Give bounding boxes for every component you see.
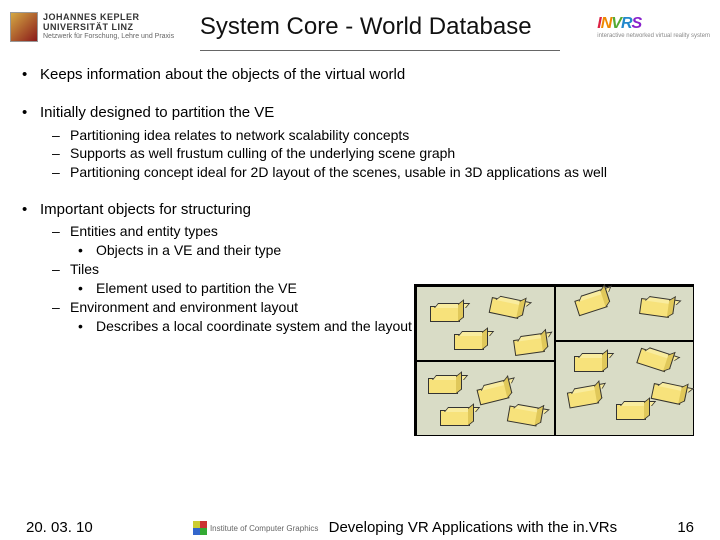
slide-header: JOHANNES KEPLER UNIVERSITÄT LINZ Netzwer…	[0, 0, 720, 50]
entity-icon	[428, 378, 458, 394]
footer-date: 20. 03. 10	[26, 519, 93, 536]
bullet-3-1a: Objects in a VE and their type	[78, 241, 694, 260]
entity-icon	[574, 356, 604, 372]
partition-diagram	[414, 284, 694, 436]
invrs-sub: interactive networked virtual reality sy…	[597, 33, 710, 39]
bullet-2-2: Supports as well frustum culling of the …	[52, 144, 694, 163]
bullet-3-1: Entities and entity types Objects in a V…	[52, 222, 694, 260]
entity-icon	[440, 410, 470, 426]
entity-icon	[616, 404, 646, 420]
bullet-2-1: Partitioning idea relates to network sca…	[52, 126, 694, 145]
slide-footer: 20. 03. 10 Institute of Computer Graphic…	[0, 519, 720, 536]
jku-crest-icon	[10, 12, 38, 42]
entity-icon	[454, 334, 484, 350]
invrs-logo: INVRS interactive networked virtual real…	[597, 15, 710, 39]
footer-title: Developing VR Applications with the in.V…	[329, 519, 618, 536]
bullet-2-3: Partitioning concept ideal for 2D layout…	[52, 163, 694, 182]
slide-title: System Core - World Database	[134, 13, 597, 41]
cg-logo-icon	[193, 521, 207, 535]
bullet-2: Initially designed to partition the VE P…	[26, 103, 694, 182]
bullet-1: Keeps information about the objects of t…	[26, 65, 694, 85]
entity-icon	[430, 306, 460, 322]
cg-logo: Institute of Computer Graphics	[193, 521, 319, 535]
page-number: 16	[677, 519, 694, 536]
